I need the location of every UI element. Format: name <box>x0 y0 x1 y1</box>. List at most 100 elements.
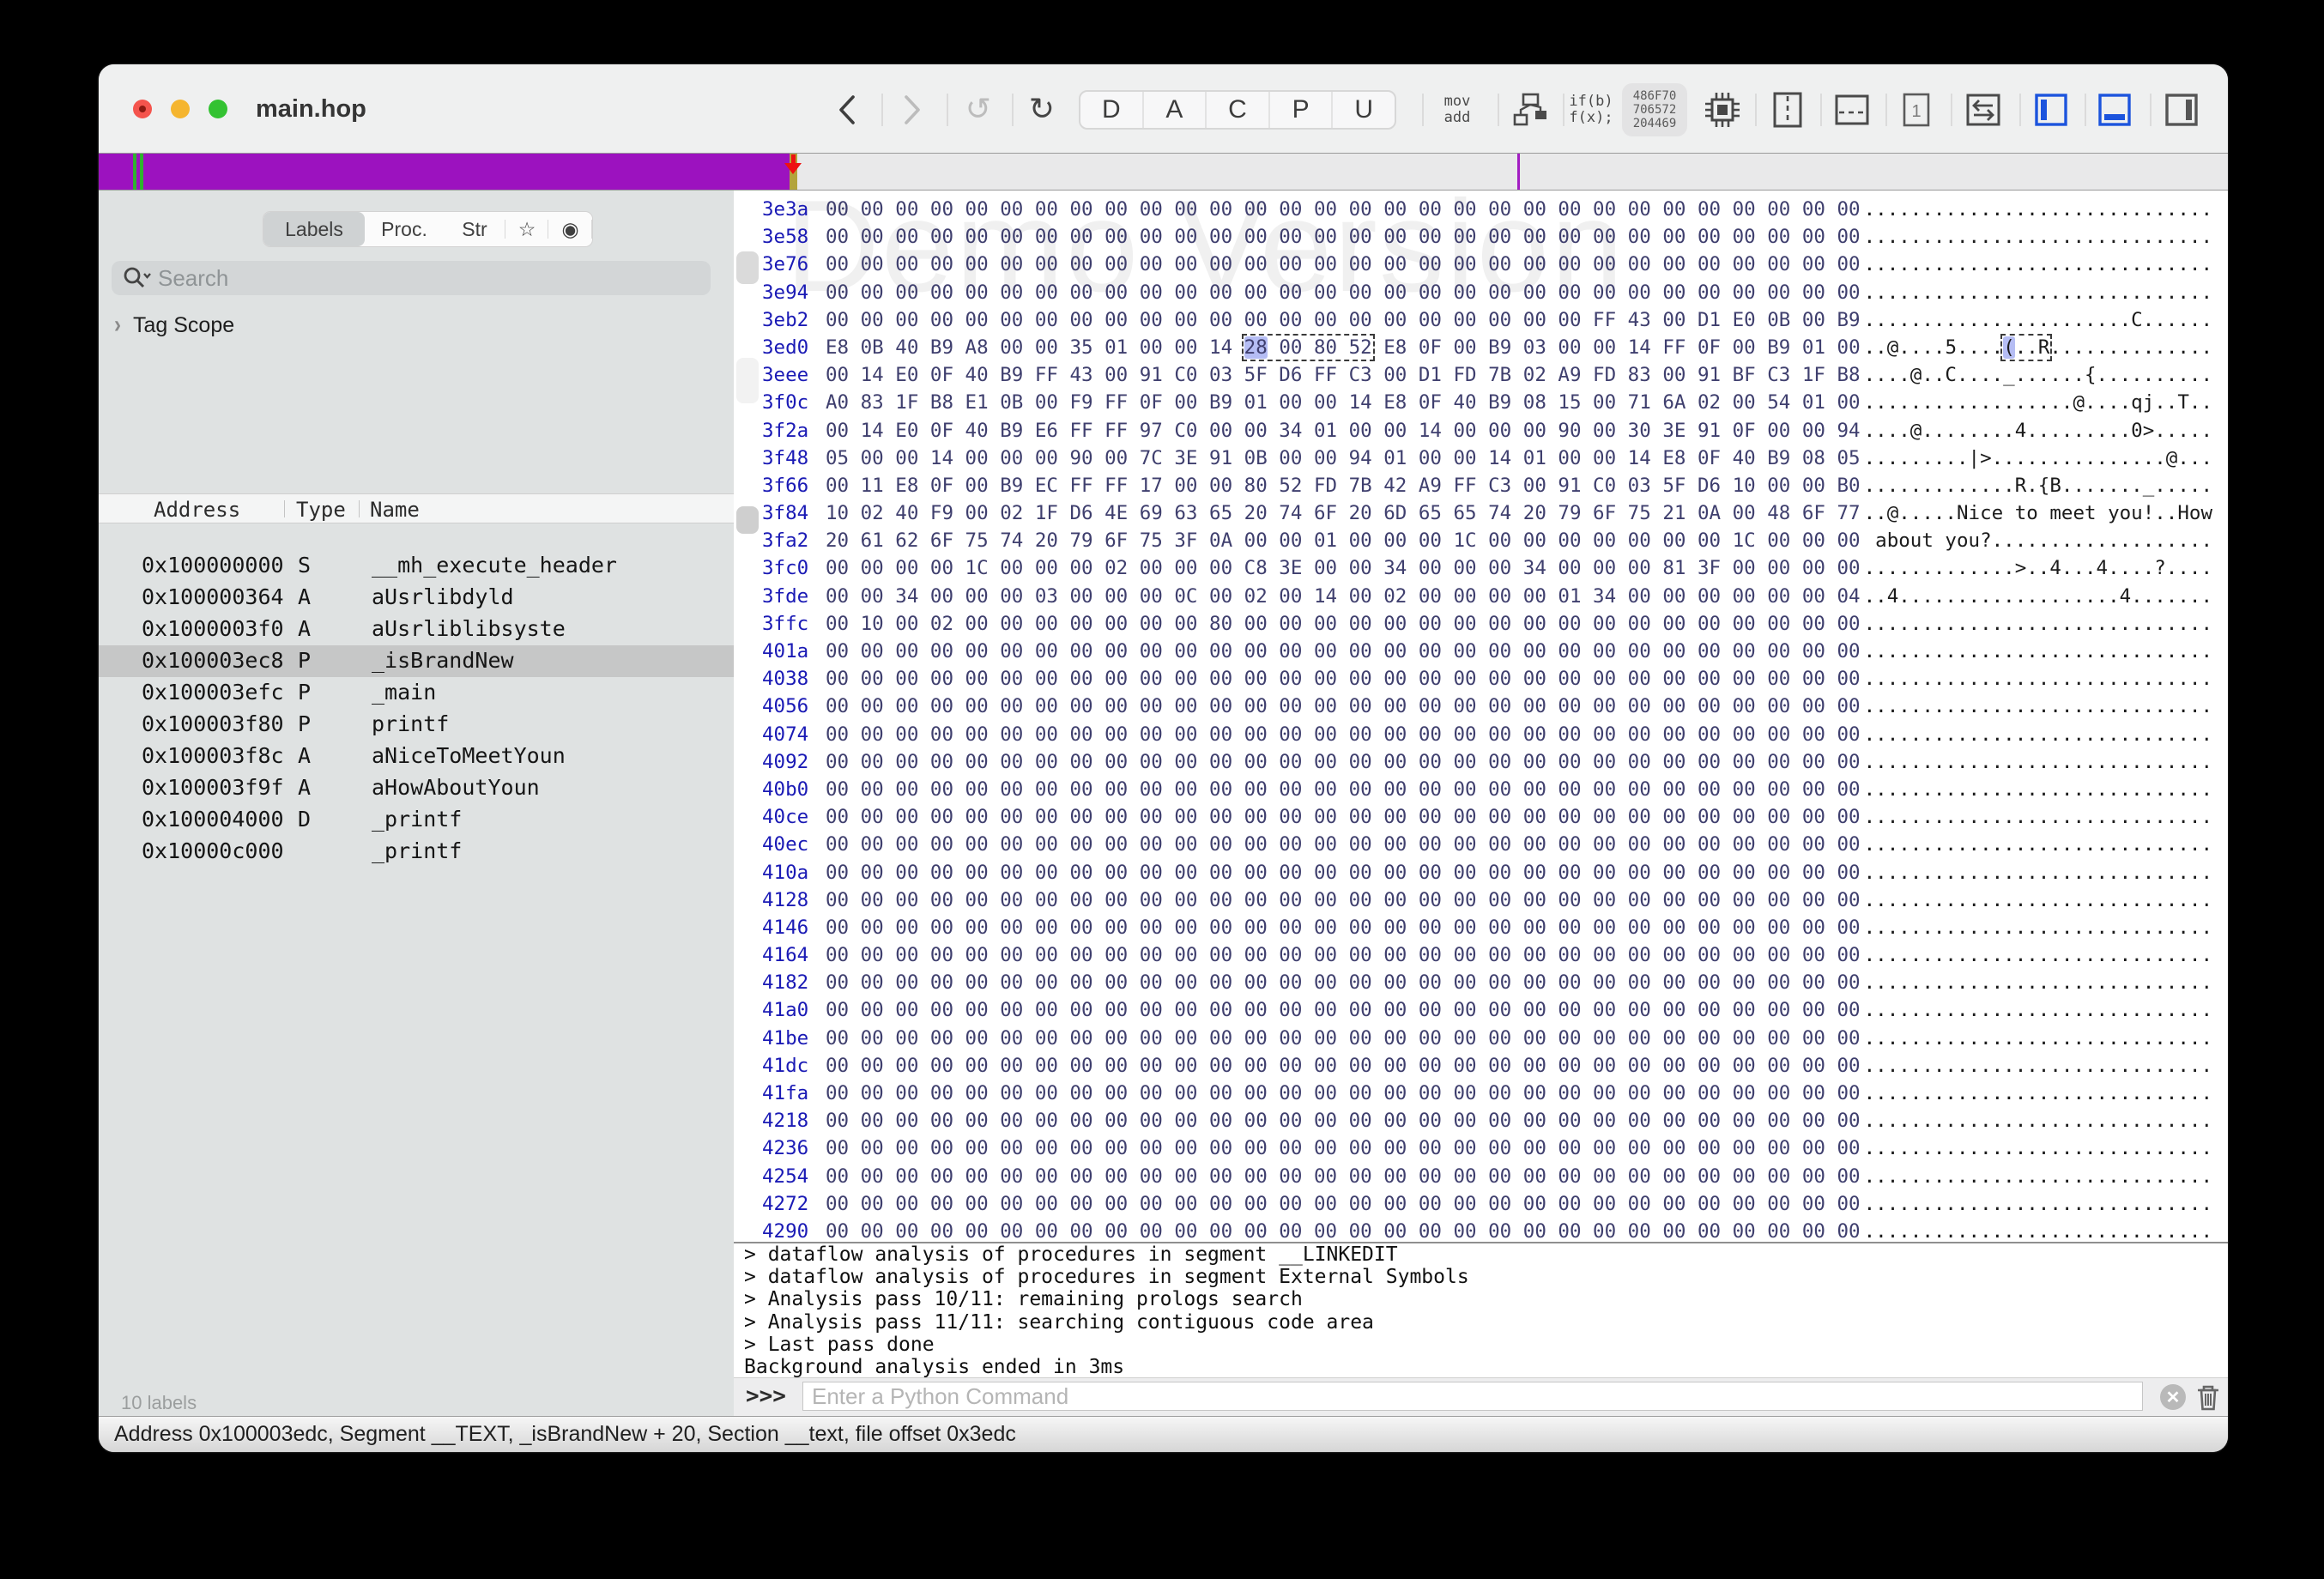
hex-row-4074[interactable]: 407400 00 00 00 00 00 00 00 00 00 00 00 … <box>734 721 2228 748</box>
hex-row-4236[interactable]: 423600 00 00 00 00 00 00 00 00 00 00 00 … <box>734 1134 2228 1162</box>
zoom-window-button[interactable] <box>209 100 227 118</box>
hex-row-3e94[interactable]: 3e9400 00 00 00 00 00 00 00 00 00 00 00 … <box>734 279 2228 306</box>
navigate-forward-button[interactable] <box>893 90 931 130</box>
toggle-right-panel-button[interactable] <box>2158 90 2205 130</box>
hex-row-4182[interactable]: 418200 00 00 00 00 00 00 00 00 00 00 00 … <box>734 969 2228 996</box>
sidebar-tab-proc[interactable]: Proc. <box>365 212 444 246</box>
hex-row-410a[interactable]: 410a00 00 00 00 00 00 00 00 00 00 00 00 … <box>734 859 2228 886</box>
single-column-button[interactable]: 1 <box>1892 90 1940 130</box>
label-row-aNiceToMeetYoun[interactable]: 0x100003f8cAaNiceToMeetYoun <box>99 741 734 772</box>
hex-row-4272[interactable]: 427200 00 00 00 00 00 00 00 00 00 00 00 … <box>734 1190 2228 1218</box>
hex-row-3fde[interactable]: 3fde00 00 34 00 00 00 03 00 00 00 0C 00 … <box>734 583 2228 610</box>
hex-row-3eee[interactable]: 3eee00 14 E0 0F 40 B9 FF 43 00 91 C0 03 … <box>734 361 2228 389</box>
hex-row-4254[interactable]: 425400 00 00 00 00 00 00 00 00 00 00 00 … <box>734 1163 2228 1190</box>
hex-address: 4074 <box>762 721 826 748</box>
hex-row-4218[interactable]: 421800 00 00 00 00 00 00 00 00 00 00 00 … <box>734 1107 2228 1134</box>
hex-row-4038[interactable]: 403800 00 00 00 00 00 00 00 00 00 00 00 … <box>734 665 2228 693</box>
hex-row-3f0c[interactable]: 3f0cA0 83 1F B8 E1 0B 00 F9 FF 0F 00 B9 … <box>734 389 2228 416</box>
column-divider[interactable] <box>359 500 360 517</box>
hex-row-3fc0[interactable]: 3fc000 00 00 00 1C 00 00 00 02 00 00 00 … <box>734 554 2228 582</box>
sidebar-tab-labels[interactable]: Labels <box>263 212 365 246</box>
label-row-aUsrlibdyld[interactable]: 0x100000364AaUsrlibdyld <box>99 582 734 614</box>
python-command-input[interactable] <box>802 1382 2143 1411</box>
column-header-type[interactable]: Type <box>296 498 346 522</box>
toggle-bottom-panel-button[interactable] <box>2091 90 2138 130</box>
hex-bytes: 00 00 00 00 00 00 00 00 00 00 00 00 00 0… <box>826 1137 1861 1159</box>
hex-row-4290[interactable]: 429000 00 00 00 00 00 00 00 00 00 00 00 … <box>734 1218 2228 1242</box>
split-view-button[interactable] <box>1764 90 1812 130</box>
sidebar-tab-str[interactable]: Str <box>444 212 505 246</box>
hex-row-3ffc[interactable]: 3ffc00 10 00 02 00 00 00 00 00 00 00 80 … <box>734 610 2228 638</box>
segment-p-button[interactable]: P <box>1270 92 1334 128</box>
column-header-address[interactable]: Address <box>154 498 240 522</box>
hex-row-41fa[interactable]: 41fa00 00 00 00 00 00 00 00 00 00 00 00 … <box>734 1080 2228 1107</box>
sidebar-tab-star[interactable]: ☆ <box>505 212 548 246</box>
hex-row-3e3a[interactable]: 3e3a00 00 00 00 00 00 00 00 00 00 00 00 … <box>734 196 2228 223</box>
trash-icon[interactable] <box>2193 1382 2224 1414</box>
column-divider[interactable] <box>284 500 285 517</box>
hex-row-3e58[interactable]: 3e5800 00 00 00 00 00 00 00 00 00 00 00 … <box>734 223 2228 251</box>
cell-name: _printf <box>372 838 462 863</box>
close-window-button[interactable] <box>133 100 152 118</box>
toggle-left-panel-button[interactable] <box>2028 90 2074 130</box>
hex-row-3f2a[interactable]: 3f2a00 14 E0 0F 40 B9 E6 FF FF 97 C0 00 … <box>734 417 2228 445</box>
minimize-window-button[interactable] <box>171 100 190 118</box>
hex-row-3f84[interactable]: 3f8410 02 40 F9 00 02 1F D6 4E 69 63 65 … <box>734 499 2228 527</box>
hex-bytes: 00 00 00 00 00 00 00 00 00 00 00 00 00 0… <box>826 668 1861 690</box>
hex-row-4146[interactable]: 414600 00 00 00 00 00 00 00 00 00 00 00 … <box>734 914 2228 941</box>
tag-scope-row[interactable]: › Tag Scope <box>114 311 234 340</box>
label-row-_main[interactable]: 0x100003efcP_main <box>99 677 734 709</box>
hex-row-41a0[interactable]: 41a000 00 00 00 00 00 00 00 00 00 00 00 … <box>734 996 2228 1024</box>
hex-row-41be[interactable]: 41be00 00 00 00 00 00 00 00 00 00 00 00 … <box>734 1025 2228 1052</box>
hex-ascii: .............................. <box>1864 833 2212 856</box>
mov-add-button[interactable]: mov add <box>1427 90 1487 130</box>
segment-c-button[interactable]: C <box>1207 92 1270 128</box>
label-row-aUsrliblibsyste[interactable]: 0x1000003f0AaUsrliblibsyste <box>99 614 734 645</box>
hex-address: 3e58 <box>762 223 826 251</box>
hex-address: 3f2a <box>762 417 826 445</box>
label-row-aHowAboutYoun[interactable]: 0x100003f9fAaHowAboutYoun <box>99 772 734 804</box>
segment-d-button[interactable]: D <box>1080 92 1144 128</box>
clear-console-button[interactable]: ✕ <box>2160 1384 2186 1410</box>
hex-row-3e76[interactable]: 3e7600 00 00 00 00 00 00 00 00 00 00 00 … <box>734 251 2228 278</box>
hex-row-3ed0[interactable]: 3ed0E8 0B 40 B9 A8 00 00 35 01 00 00 14 … <box>734 334 2228 361</box>
redo-button[interactable]: ↻ <box>1022 90 1062 130</box>
cell-addr: 0x100003ec8 <box>142 648 284 673</box>
hex-address: 3f0c <box>762 389 826 416</box>
label-row-printf[interactable]: 0x100003f80Pprintf <box>99 709 734 741</box>
label-row-_isBrandNew[interactable]: 0x100003ec8P_isBrandNew <box>99 645 734 677</box>
search-field[interactable] <box>112 261 711 295</box>
segment-minimap-bar[interactable] <box>99 153 2228 191</box>
label-row-_printf[interactable]: 0x100004000D_printf <box>99 804 734 836</box>
cpu-button[interactable] <box>1697 90 1748 130</box>
navigate-back-button[interactable] <box>828 90 866 130</box>
sidebar-tab-scope[interactable]: ◉ <box>548 212 592 246</box>
hex-row-4056[interactable]: 405600 00 00 00 00 00 00 00 00 00 00 00 … <box>734 693 2228 720</box>
exchange-view-button[interactable] <box>1958 90 2009 130</box>
hex-editor-pane[interactable]: Demo Version 3e3a00 00 00 00 00 00 00 00… <box>734 191 2228 1242</box>
hex-row-3f66[interactable]: 3f6600 11 E8 0F 00 B9 EC FF FF 17 00 00 … <box>734 472 2228 499</box>
hex-row-3fa2[interactable]: 3fa220 61 62 6F 75 74 20 79 6F 75 3F 0A … <box>734 527 2228 554</box>
label-row-__mh_execute_header[interactable]: 0x100000000S__mh_execute_header <box>99 550 734 582</box>
hex-row-40ec[interactable]: 40ec00 00 00 00 00 00 00 00 00 00 00 00 … <box>734 831 2228 858</box>
hex-row-40b0[interactable]: 40b000 00 00 00 00 00 00 00 00 00 00 00 … <box>734 776 2228 803</box>
control-flow-graph-button[interactable] <box>1504 90 1558 130</box>
undo-button[interactable]: ↺ <box>959 90 998 130</box>
search-input[interactable] <box>156 264 675 293</box>
hex-row-4092[interactable]: 409200 00 00 00 00 00 00 00 00 00 00 00 … <box>734 748 2228 776</box>
hex-row-3f48[interactable]: 3f4805 00 00 14 00 00 00 90 00 7C 3E 91 … <box>734 445 2228 472</box>
label-row-_printf[interactable]: 0x10000c000_printf <box>99 836 734 868</box>
hex-row-3eb2[interactable]: 3eb200 00 00 00 00 00 00 00 00 00 00 00 … <box>734 306 2228 334</box>
segment-a-button[interactable]: A <box>1144 92 1207 128</box>
labels-table-header[interactable]: Address Type Name <box>99 493 734 523</box>
hex-row-41dc[interactable]: 41dc00 00 00 00 00 00 00 00 00 00 00 00 … <box>734 1052 2228 1080</box>
horizontal-split-button[interactable] <box>1827 90 1877 130</box>
hex-row-401a[interactable]: 401a00 00 00 00 00 00 00 00 00 00 00 00 … <box>734 638 2228 665</box>
hex-row-4164[interactable]: 416400 00 00 00 00 00 00 00 00 00 00 00 … <box>734 941 2228 969</box>
column-header-name[interactable]: Name <box>370 498 420 522</box>
segment-u-button[interactable]: U <box>1333 92 1395 128</box>
hex-row-4128[interactable]: 412800 00 00 00 00 00 00 00 00 00 00 00 … <box>734 886 2228 914</box>
hex-row-40ce[interactable]: 40ce00 00 00 00 00 00 00 00 00 00 00 00 … <box>734 803 2228 831</box>
pseudocode-button[interactable]: if(b) f(x); <box>1564 90 1618 130</box>
hex-mode-button[interactable]: 486F70 706572 204469 <box>1622 83 1687 136</box>
